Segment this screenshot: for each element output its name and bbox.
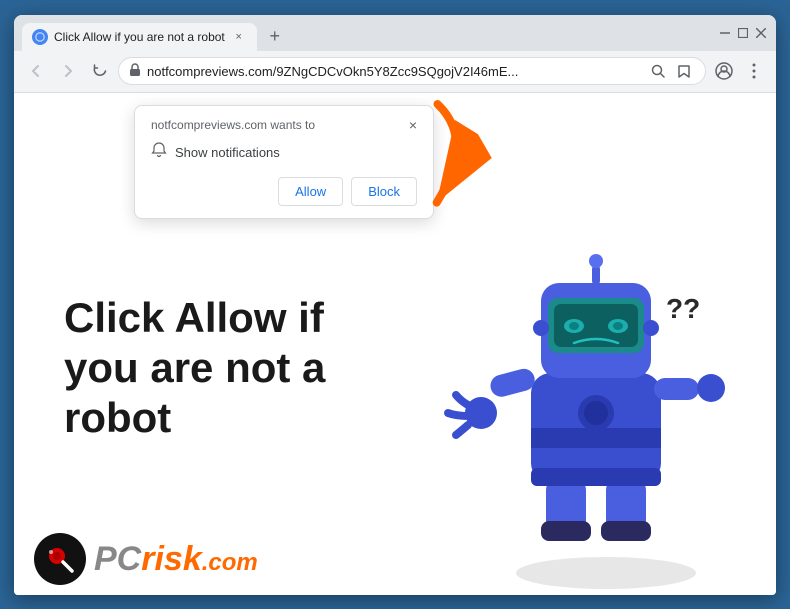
profile-button[interactable]	[710, 57, 738, 85]
bookmark-icon[interactable]	[673, 60, 695, 82]
popup-notification-label: Show notifications	[175, 145, 280, 160]
nav-right-buttons	[710, 57, 768, 85]
page-content: notfcompreviews.com wants to × Show noti…	[14, 93, 776, 595]
main-heading: Click Allow if you are not a robot	[64, 293, 364, 444]
menu-button[interactable]	[740, 57, 768, 85]
new-tab-button[interactable]: +	[261, 23, 289, 51]
tab-favicon	[32, 29, 48, 45]
address-icons	[647, 60, 695, 82]
browser-tab[interactable]: Click Allow if you are not a robot ×	[22, 23, 257, 51]
browser-window: Click Allow if you are not a robot × +	[14, 15, 776, 595]
search-icon[interactable]	[647, 60, 669, 82]
tab-close-button[interactable]: ×	[231, 29, 247, 45]
svg-text:??: ??	[666, 293, 700, 324]
pc-text: PC	[94, 540, 141, 578]
forward-button	[54, 57, 82, 85]
popup-buttons: Allow Block	[151, 177, 417, 206]
pcrisk-icon	[34, 533, 86, 585]
maximize-button[interactable]	[736, 26, 750, 40]
allow-button[interactable]: Allow	[278, 177, 343, 206]
tab-title: Click Allow if you are not a robot	[54, 30, 225, 44]
robot-illustration: ??	[426, 173, 746, 595]
back-button	[22, 57, 50, 85]
minimize-button[interactable]	[718, 26, 732, 40]
window-controls	[718, 26, 768, 40]
lock-icon	[129, 63, 141, 80]
nav-bar: notfcompreviews.com/9ZNgCDCvOkn5Y8Zcc9SQ…	[14, 51, 776, 93]
pcrisk-logo: PCrisk.com	[34, 533, 258, 585]
arrow-indicator	[384, 103, 484, 218]
tab-area: Click Allow if you are not a robot × +	[22, 15, 718, 51]
popup-site-text: notfcompreviews.com wants to	[151, 118, 315, 132]
reload-button[interactable]	[86, 57, 114, 85]
pcrisk-text: PCrisk.com	[94, 542, 258, 576]
com-text: .com	[202, 549, 258, 576]
title-bar: Click Allow if you are not a robot × +	[14, 15, 776, 51]
address-bar[interactable]: notfcompreviews.com/9ZNgCDCvOkn5Y8Zcc9SQ…	[118, 57, 706, 85]
bell-icon	[151, 142, 167, 163]
close-window-button[interactable]	[754, 26, 768, 40]
risk-text: risk	[141, 540, 202, 578]
address-text: notfcompreviews.com/9ZNgCDCvOkn5Y8Zcc9SQ…	[147, 64, 641, 79]
